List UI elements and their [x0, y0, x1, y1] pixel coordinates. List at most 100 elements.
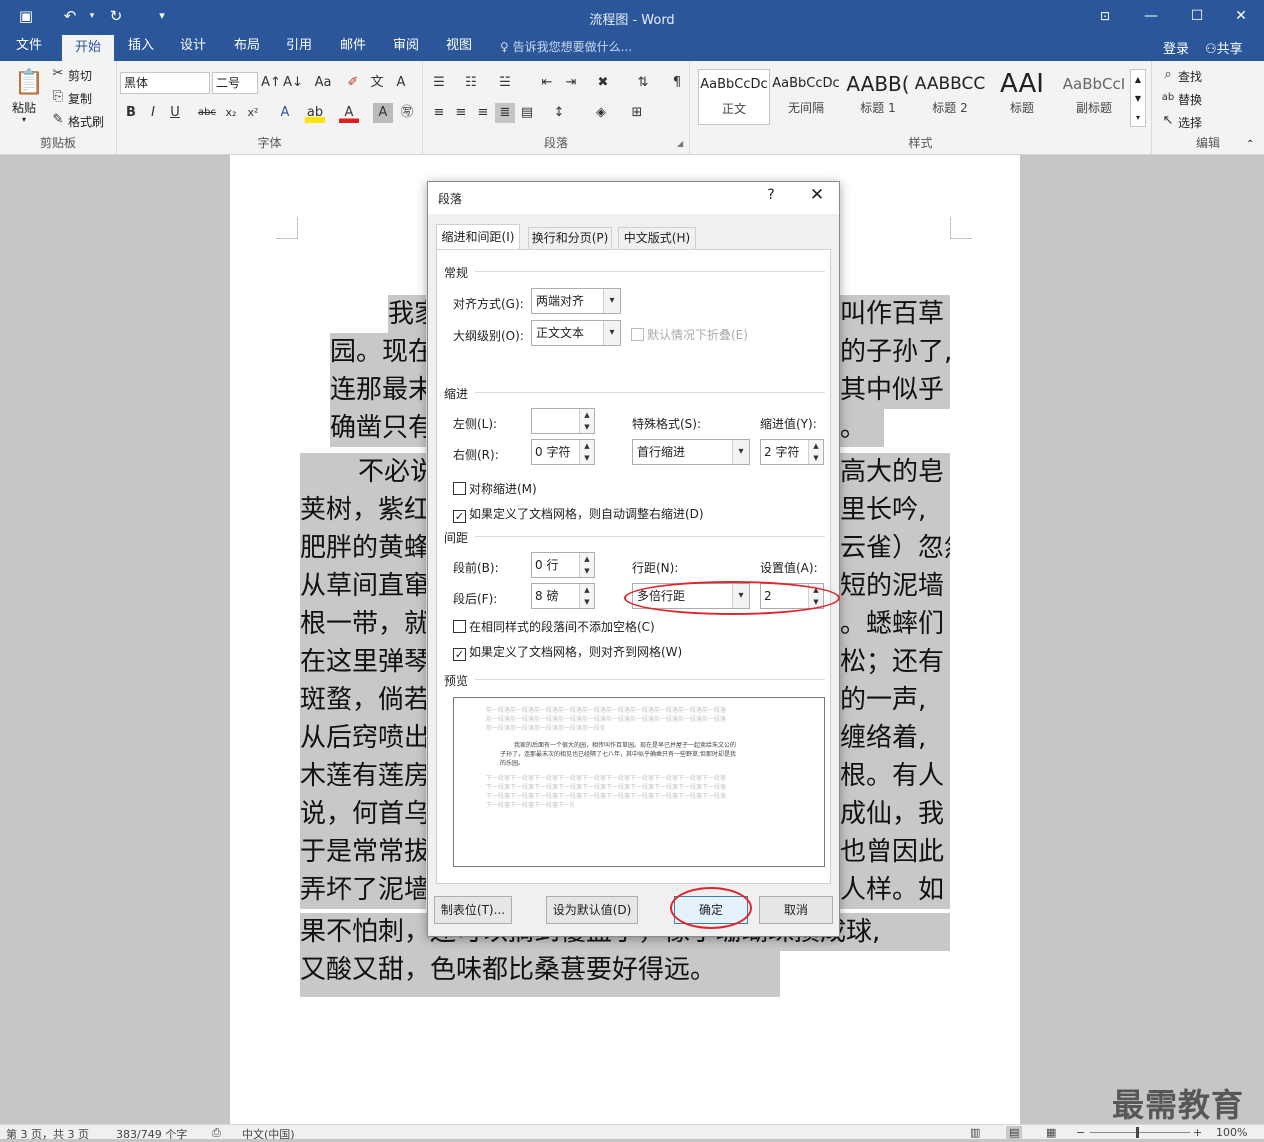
- cut-label[interactable]: 剪切: [68, 67, 92, 84]
- web-layout-icon[interactable]: ▦: [1046, 1126, 1056, 1139]
- styles-scroll[interactable]: ▲ ▼ ▾: [1130, 69, 1146, 127]
- enclose-char-icon[interactable]: ㊢: [397, 103, 417, 123]
- format-painter-label[interactable]: 格式刷: [68, 113, 104, 130]
- proofing-icon[interactable]: ⎙: [212, 1126, 221, 1140]
- read-mode-icon[interactable]: ▥: [970, 1126, 980, 1139]
- style-heading-1[interactable]: AABB(标题 1: [842, 69, 914, 125]
- no-space-same-style-checkbox[interactable]: 在相同样式的段落间不添加空格(C): [453, 618, 655, 635]
- spinner-buttons[interactable]: ▲ ▼: [579, 409, 594, 433]
- alignment-select[interactable]: 两端对齐 ▾: [531, 288, 621, 314]
- tab-insert[interactable]: 插入: [118, 33, 164, 61]
- decrease-indent-icon[interactable]: ⇤: [537, 73, 557, 93]
- change-case-icon[interactable]: Aa: [313, 73, 333, 93]
- superscript-icon[interactable]: x²: [243, 103, 263, 123]
- cancel-button[interactable]: 取消: [759, 896, 833, 924]
- zoom-level[interactable]: 100%: [1216, 1126, 1247, 1139]
- login-link[interactable]: 登录: [1163, 38, 1189, 57]
- mirror-indents-checkbox[interactable]: 对称缩进(M): [453, 480, 537, 497]
- special-indent-select[interactable]: 首行缩进 ▾: [632, 439, 750, 465]
- show-marks-icon[interactable]: ¶: [667, 73, 687, 93]
- auto-adjust-right-indent-checkbox[interactable]: ✓ 如果定义了文档网格，则自动调整右缩进(D): [453, 505, 704, 523]
- select-icon[interactable]: ↖: [1158, 111, 1178, 131]
- zoom-in-icon[interactable]: +: [1193, 1126, 1202, 1139]
- strikethrough-icon[interactable]: abc: [197, 103, 217, 123]
- shrink-font-icon[interactable]: A↓: [283, 73, 303, 93]
- font-color-icon[interactable]: A: [339, 103, 359, 123]
- highlight-icon[interactable]: ab: [305, 103, 325, 123]
- spinner-buttons[interactable]: ▲ ▼: [579, 553, 594, 577]
- close-button[interactable]: ✕: [1218, 0, 1264, 33]
- underline-icon[interactable]: U: [165, 103, 185, 123]
- tab-mailings[interactable]: 邮件: [330, 33, 376, 61]
- style-heading-2[interactable]: AABBCC 标题 2: [914, 69, 986, 125]
- line-spacing-icon[interactable]: ↕: [549, 103, 569, 123]
- justify-icon[interactable]: ≣: [495, 103, 515, 123]
- char-border-icon[interactable]: A: [391, 73, 411, 93]
- style-subtitle[interactable]: AaBbCcI 副标题: [1058, 69, 1130, 125]
- italic-icon[interactable]: I: [143, 103, 163, 123]
- phonetic-guide-icon[interactable]: 文: [367, 73, 387, 93]
- share-button[interactable]: ⚇共享: [1205, 38, 1243, 57]
- zoom-out-icon[interactable]: −: [1076, 1126, 1085, 1139]
- collapse-ribbon-icon[interactable]: ⌃: [1246, 139, 1254, 150]
- tab-home[interactable]: 开始: [62, 35, 114, 61]
- shading-icon[interactable]: ◈: [591, 103, 611, 123]
- tab-review[interactable]: 审阅: [383, 33, 429, 61]
- bold-icon[interactable]: B: [121, 103, 141, 123]
- indent-by-spinner[interactable]: 2 字符 ▲ ▼: [760, 439, 824, 465]
- tabs-button[interactable]: 制表位(T)...: [434, 896, 512, 924]
- copy-label[interactable]: 复制: [68, 90, 92, 107]
- language-indicator[interactable]: 中文(中国): [242, 1126, 295, 1142]
- tab-references[interactable]: 引用: [276, 33, 322, 61]
- scissors-icon[interactable]: ✂: [48, 64, 68, 84]
- zoom-slider[interactable]: [1090, 1132, 1190, 1133]
- ok-button[interactable]: 确定: [674, 896, 748, 924]
- set-default-button[interactable]: 设为默认值(D): [546, 896, 638, 924]
- find-label[interactable]: 查找: [1178, 68, 1202, 85]
- increase-indent-icon[interactable]: ⇥: [561, 73, 581, 93]
- right-indent-spinner[interactable]: 0 字符 ▲ ▼: [531, 439, 595, 465]
- align-right-icon[interactable]: ≡: [473, 103, 493, 123]
- font-size-box[interactable]: 二号: [212, 72, 258, 94]
- replace-label[interactable]: 替换: [1178, 91, 1202, 108]
- help-icon[interactable]: ?: [761, 187, 781, 203]
- clear-format-icon[interactable]: ✐: [343, 73, 363, 93]
- format-painter-icon[interactable]: ✎: [48, 110, 68, 130]
- find-icon[interactable]: ⌕: [1158, 65, 1178, 85]
- tab-line-page-breaks[interactable]: 换行和分页(P): [528, 227, 612, 249]
- page-count[interactable]: 第 3 页，共 3 页: [6, 1126, 89, 1142]
- replace-icon[interactable]: ab: [1158, 88, 1178, 108]
- space-after-spinner[interactable]: 8 磅 ▲ ▼: [531, 583, 595, 609]
- spinner-buttons[interactable]: ▲ ▼: [808, 584, 823, 608]
- word-count[interactable]: 383/749 个字: [116, 1126, 187, 1142]
- borders-icon[interactable]: ⊞: [627, 103, 647, 123]
- font-name-box[interactable]: 黑体: [120, 72, 210, 94]
- outline-level-select[interactable]: 正文文本 ▾: [531, 320, 621, 346]
- numbering-icon[interactable]: ☷: [461, 73, 481, 93]
- copy-icon[interactable]: ⎘: [48, 87, 68, 107]
- select-label[interactable]: 选择: [1178, 114, 1202, 131]
- align-center-icon[interactable]: ≡: [451, 103, 471, 123]
- maximize-button[interactable]: ☐: [1174, 0, 1220, 33]
- multilevel-list-icon[interactable]: ☱: [495, 73, 515, 93]
- line-spacing-select[interactable]: 多倍行距 ▾: [632, 583, 750, 609]
- tab-design[interactable]: 设计: [170, 33, 216, 61]
- grow-font-icon[interactable]: A↑: [261, 73, 281, 93]
- snap-to-grid-checkbox[interactable]: ✓ 如果定义了文档网格，则对齐到网格(W): [453, 643, 682, 661]
- style-title[interactable]: AAI 标题: [986, 69, 1058, 125]
- style-normal[interactable]: AaBbCcDc 正文: [698, 69, 770, 125]
- spinner-buttons[interactable]: ▲ ▼: [579, 584, 594, 608]
- paste-dropdown-icon[interactable]: ▾: [22, 115, 26, 124]
- paste-label[interactable]: 粘贴: [12, 99, 36, 116]
- left-indent-spinner[interactable]: ▲ ▼: [531, 408, 595, 434]
- tab-file[interactable]: 文件: [4, 33, 54, 61]
- tab-asian-typography[interactable]: 中文版式(H): [618, 227, 696, 249]
- spinner-buttons[interactable]: ▲ ▼: [579, 440, 594, 464]
- tab-view[interactable]: 视图: [436, 33, 482, 61]
- distributed-icon[interactable]: ▤: [517, 103, 537, 123]
- tab-layout[interactable]: 布局: [224, 33, 270, 61]
- text-effects-icon[interactable]: A: [275, 103, 295, 123]
- minimize-button[interactable]: —: [1128, 0, 1174, 33]
- style-no-spacing[interactable]: AaBbCcDc 无间隔: [770, 69, 842, 125]
- tell-me-search[interactable]: ♀ 告诉我您想要做什么...: [500, 38, 632, 55]
